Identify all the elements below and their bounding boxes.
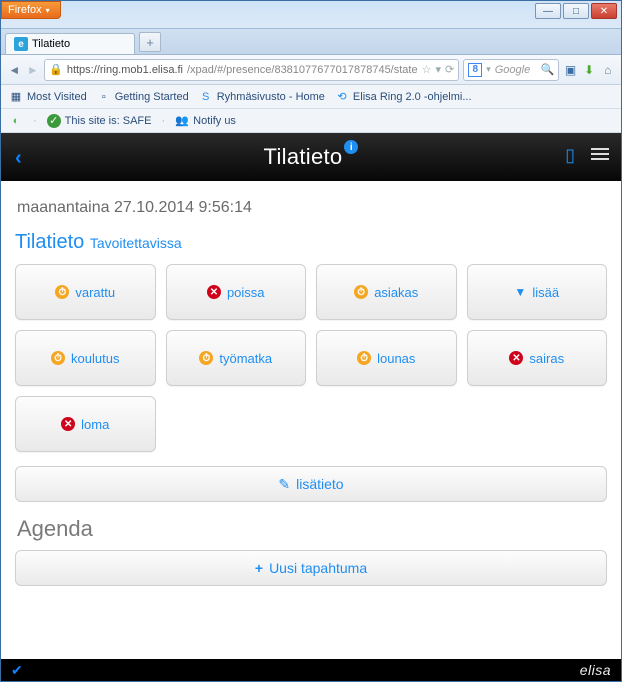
divider: ·: [161, 115, 165, 127]
statusbar: ◐ · ✓This site is: SAFE · 👥Notify us: [1, 109, 621, 133]
window-maximize-button[interactable]: □: [563, 3, 589, 19]
google-icon: 8: [468, 63, 482, 77]
tile-more[interactable]: ▼lisää: [467, 264, 608, 320]
check-icon[interactable]: ✔: [11, 662, 23, 679]
search-box[interactable]: 8 ▾ Google 🔍: [463, 59, 559, 81]
menu-icon[interactable]: [591, 145, 609, 166]
app-header: ‹ Tilatieto i ▯: [1, 133, 621, 181]
sharepoint-icon: S: [199, 90, 213, 104]
tab-title: Tilatieto: [32, 38, 70, 50]
window-close-button[interactable]: ✕: [591, 3, 617, 19]
favicon-icon: e: [14, 37, 28, 51]
app-viewport: ‹ Tilatieto i ▯ maanantaina 27.10.2014 9…: [1, 133, 621, 681]
url-host: https://ring.mob1.elisa.fi: [67, 64, 183, 76]
new-event-button[interactable]: + Uusi tapahtuma: [15, 550, 607, 586]
wot-ring-icon: ◐: [9, 114, 23, 128]
bookmark-most-visited[interactable]: ▦Most Visited: [9, 90, 87, 104]
url-bar[interactable]: 🔒 https://ring.mob1.elisa.fi/xpad/#/pres…: [44, 59, 459, 81]
dropdown-icon[interactable]: ▾: [486, 64, 491, 75]
x-icon: ✕: [61, 417, 75, 431]
downloads-button[interactable]: ⬇: [582, 59, 597, 81]
wot-icon[interactable]: ◐: [9, 114, 23, 128]
tile-lounas[interactable]: ⏱lounas: [316, 330, 457, 386]
tile-sairas[interactable]: ✕sairas: [467, 330, 608, 386]
url-path: /xpad/#/presence/8381077677017878745/sta…: [187, 64, 418, 76]
window-controls: — □ ✕: [535, 3, 617, 19]
app-content: maanantaina 27.10.2014 9:56:14 Tilatieto…: [1, 181, 621, 586]
more-info-button[interactable]: ✎ lisätieto: [15, 466, 607, 502]
clock-icon: ⏱: [55, 285, 69, 299]
phone-icon[interactable]: ▯: [565, 145, 575, 166]
ring-icon: ⟲: [335, 90, 349, 104]
firefox-menu-button[interactable]: Firefox ▾: [1, 1, 61, 19]
dropdown-icon[interactable]: ▾: [435, 63, 441, 76]
search-icon[interactable]: 🔍: [541, 63, 555, 76]
clock-icon: ⏱: [357, 351, 371, 365]
window-titlebar: Firefox ▾ — □ ✕: [1, 1, 621, 29]
nav-bar: ◄ ► 🔒 https://ring.mob1.elisa.fi/xpad/#/…: [1, 55, 621, 85]
brand-logo: elisa: [580, 662, 611, 678]
browser-tab[interactable]: e Tilatieto: [5, 33, 135, 54]
tile-koulutus[interactable]: ⏱koulutus: [15, 330, 156, 386]
window-minimize-button[interactable]: —: [535, 3, 561, 19]
bookmark-star-icon[interactable]: ☆: [422, 63, 432, 76]
page-icon: ▫: [97, 90, 111, 104]
x-icon: ✕: [509, 351, 523, 365]
clock-icon: ⏱: [199, 351, 213, 365]
home-button[interactable]: ⌂: [600, 59, 615, 81]
section-subtitle: Tavoitettavissa: [90, 235, 182, 251]
bookmark-ryhma[interactable]: SRyhmäsivusto - Home: [199, 90, 325, 104]
bookmark-getting-started[interactable]: ▫Getting Started: [97, 90, 189, 104]
notify-us[interactable]: 👥Notify us: [175, 114, 236, 128]
clock-icon: ⏱: [354, 285, 368, 299]
divider: ·: [33, 115, 37, 127]
pencil-icon: ✎: [278, 476, 290, 493]
check-icon: ✓: [47, 114, 61, 128]
tab-bar: e Tilatieto +: [1, 29, 621, 55]
search-placeholder: Google: [495, 64, 530, 76]
site-safe[interactable]: ✓This site is: SAFE: [47, 114, 152, 128]
section-title: Tilatieto Tavoitettavissa: [15, 231, 607, 254]
timestamp: maanantaina 27.10.2014 9:56:14: [17, 199, 605, 217]
tile-loma[interactable]: ✕loma: [15, 396, 156, 452]
grid-icon: ▦: [9, 90, 23, 104]
new-tab-button[interactable]: +: [139, 32, 161, 52]
firefox-label: Firefox: [8, 4, 42, 16]
tile-poissa[interactable]: ✕poissa: [166, 264, 307, 320]
dropdown-icon: ▾: [46, 6, 50, 15]
reload-icon[interactable]: ⟳: [445, 63, 454, 76]
x-icon: ✕: [207, 285, 221, 299]
back-chevron-icon[interactable]: ‹: [15, 147, 22, 170]
plus-icon: +: [255, 560, 263, 576]
page-title: Tilatieto i: [264, 144, 359, 170]
lock-icon: 🔒: [49, 63, 63, 76]
bookmark-ring[interactable]: ⟲Elisa Ring 2.0 -ohjelmi...: [335, 90, 472, 104]
status-grid: ⏱varattu ✕poissa ⏱asiakas ▼lisää ⏱koulut…: [15, 264, 607, 452]
app-footer: ✔ elisa: [1, 659, 621, 681]
forward-button[interactable]: ►: [26, 59, 41, 81]
info-icon[interactable]: i: [344, 140, 358, 154]
clock-icon: ⏱: [51, 351, 65, 365]
back-button[interactable]: ◄: [7, 59, 22, 81]
agenda-heading: Agenda: [17, 516, 605, 542]
tile-tyomatka[interactable]: ⏱työmatka: [166, 330, 307, 386]
bookmark-button[interactable]: ▣: [563, 59, 578, 81]
tile-varattu[interactable]: ⏱varattu: [15, 264, 156, 320]
chevron-down-icon: ▼: [514, 285, 526, 299]
tile-asiakas[interactable]: ⏱asiakas: [316, 264, 457, 320]
bookmarks-bar: ▦Most Visited ▫Getting Started SRyhmäsiv…: [1, 85, 621, 109]
people-icon: 👥: [175, 114, 189, 128]
